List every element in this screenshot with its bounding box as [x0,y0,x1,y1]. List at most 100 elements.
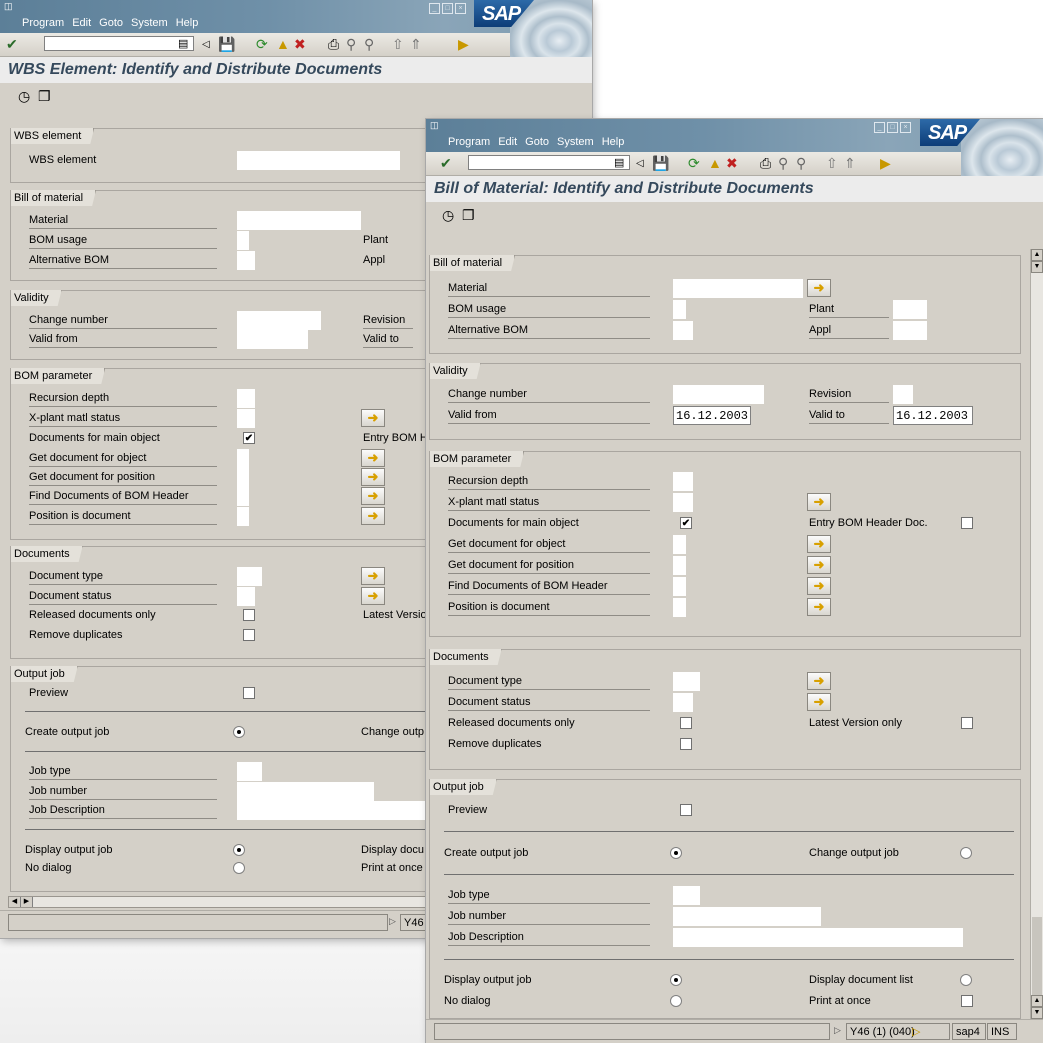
save-icon[interactable]: 💾 [652,156,669,171]
execute-icon[interactable]: ◷ [18,88,30,105]
status-toggle-icon[interactable]: ▷ [389,916,396,927]
history-icon[interactable]: ▤ [614,156,624,171]
copy-icon[interactable]: ❐ [462,207,475,224]
minimize-icon[interactable]: _ [429,3,440,14]
close-icon[interactable]: × [900,122,911,133]
released-docs-only-checkbox[interactable] [680,717,692,729]
find-icon[interactable]: ⚲ [346,37,356,52]
document-status-multiple-button[interactable]: ➜ [807,693,831,711]
vertical-scrollbar[interactable]: ▲ ▼ ▲ ▼ [1030,249,1043,1021]
execute-icon[interactable]: ◷ [442,207,454,224]
save-icon[interactable]: 💾 [218,37,235,52]
docs-main-object-checkbox[interactable]: ✔ [243,432,255,444]
entry-bom-header-checkbox[interactable] [961,517,973,529]
document-type-input[interactable] [237,567,262,586]
scroll-left-icon[interactable]: ◀ [9,897,21,907]
position-is-doc-multiple-button[interactable]: ➜ [807,598,831,616]
prev-page-icon[interactable]: ⇑ [844,156,856,171]
get-doc-position-input[interactable] [673,556,686,575]
command-field[interactable] [44,36,194,51]
display-output-job-radio[interactable] [233,844,245,856]
bom-usage-input[interactable] [673,300,686,319]
xplant-status-input[interactable] [237,409,255,428]
scroll-down-icon[interactable]: ▼ [1031,261,1043,273]
exit-icon[interactable]: ▲ [276,37,290,52]
menu-program[interactable]: Program [448,136,490,148]
system-menu-icon[interactable]: ◫ [430,120,439,131]
exit-icon[interactable]: ▲ [708,156,722,171]
xplant-multiple-selection-button[interactable]: ➜ [361,409,385,427]
menu-goto[interactable]: Goto [525,136,549,148]
find-docs-multiple-button[interactable]: ➜ [361,487,385,505]
maximize-icon[interactable]: □ [442,3,453,14]
find-docs-bom-header-input[interactable] [673,577,686,596]
find-docs-multiple-button[interactable]: ➜ [807,577,831,595]
display-output-job-radio[interactable] [670,974,682,986]
display-doc-list-radio[interactable] [960,974,972,986]
check-circle-icon[interactable]: ✔ [6,37,18,52]
plant-input[interactable] [893,300,927,319]
document-status-input[interactable] [237,587,255,606]
print-at-once-checkbox[interactable] [961,995,973,1007]
session-icon[interactable]: ▷ [912,1025,920,1038]
revision-input[interactable] [893,385,913,404]
remove-duplicates-checkbox[interactable] [680,738,692,750]
get-doc-object-multiple-button[interactable]: ➜ [807,535,831,553]
cancel-icon[interactable]: ✖ [726,156,738,171]
recursion-depth-input[interactable] [237,389,255,408]
first-page-icon[interactable]: ⇧ [392,37,404,52]
preview-checkbox[interactable] [680,804,692,816]
command-field[interactable] [468,155,630,170]
material-input[interactable] [673,279,803,298]
no-dialog-radio[interactable] [670,995,682,1007]
copy-icon[interactable]: ❐ [38,88,51,105]
back-icon[interactable]: ⟳ [256,37,268,52]
document-status-multiple-button[interactable]: ➜ [361,587,385,605]
material-multiple-button[interactable]: ➜ [807,279,831,297]
document-type-input[interactable] [673,672,700,691]
status-toggle-icon[interactable]: ▷ [834,1025,841,1036]
scroll-up-bottom-icon[interactable]: ▲ [1031,995,1043,1007]
job-number-input[interactable] [237,782,374,801]
find-docs-bom-header-input[interactable] [237,487,249,506]
system-menu-icon[interactable]: ◫ [4,1,13,12]
change-number-input[interactable] [673,385,764,404]
change-output-job-radio[interactable] [960,847,972,859]
xplant-multiple-selection-button[interactable]: ➜ [807,493,831,511]
back-arrow-icon[interactable]: ◁ [636,156,644,171]
scroll-up-icon[interactable]: ▲ [1031,249,1043,261]
back-arrow-icon[interactable]: ◁ [202,37,210,52]
valid-from-input[interactable] [237,330,308,349]
material-input[interactable] [237,211,361,230]
appl-input[interactable] [893,321,927,340]
recursion-depth-input[interactable] [673,472,693,491]
get-doc-object-input[interactable] [673,535,686,554]
document-type-multiple-button[interactable]: ➜ [361,567,385,585]
docs-main-object-checkbox[interactable]: ✔ [680,517,692,529]
position-is-doc-input[interactable] [237,507,249,526]
get-doc-position-input[interactable] [237,468,249,487]
create-session-icon[interactable]: ▶ [880,156,891,171]
job-number-input[interactable] [673,907,821,926]
maximize-icon[interactable]: □ [887,122,898,133]
prev-page-icon[interactable]: ⇑ [410,37,422,52]
bom-usage-input[interactable] [237,231,249,250]
job-description-input[interactable] [673,928,963,947]
job-type-input[interactable] [237,762,262,781]
back-icon[interactable]: ⟳ [688,156,700,171]
no-dialog-radio[interactable] [233,862,245,874]
alternative-bom-input[interactable] [237,251,255,270]
cancel-icon[interactable]: ✖ [294,37,306,52]
document-status-input[interactable] [673,693,693,712]
released-docs-only-checkbox[interactable] [243,609,255,621]
check-circle-icon[interactable]: ✔ [440,156,452,171]
menu-help[interactable]: Help [176,17,199,29]
latest-version-checkbox[interactable] [961,717,973,729]
remove-duplicates-checkbox[interactable] [243,629,255,641]
get-doc-object-input[interactable] [237,449,249,468]
get-doc-position-multiple-button[interactable]: ➜ [807,556,831,574]
print-icon[interactable]: ⎙ [760,156,771,171]
history-icon[interactable]: ▤ [178,37,188,52]
document-type-multiple-button[interactable]: ➜ [807,672,831,690]
create-output-job-radio[interactable] [670,847,682,859]
